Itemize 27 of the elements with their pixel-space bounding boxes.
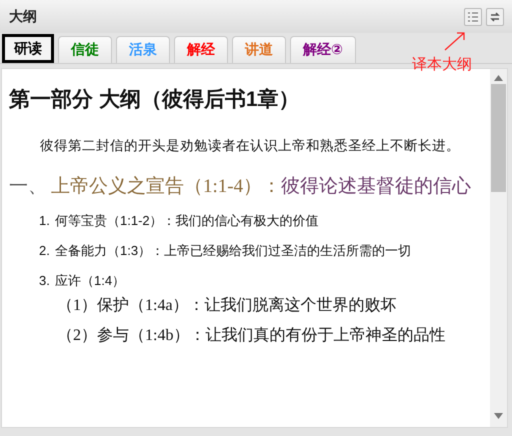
item-number: 1.: [39, 212, 51, 230]
section-number: 一、: [9, 175, 48, 199]
annotation-label: 译本大纲: [412, 55, 472, 74]
arrow-icon: [443, 30, 467, 52]
outline-item: 何等宝贵（1:1-2）：我们的信心有极大的价值: [55, 212, 319, 230]
outline-subitem: （2）参与（1:4b）：让我们真的有份于上帝神圣的品性: [56, 326, 446, 346]
tab[interactable]: 活泉: [116, 36, 170, 63]
swap-icon[interactable]: [486, 8, 504, 26]
scroll-thumb[interactable]: [491, 84, 506, 192]
panel-title: 大纲: [9, 8, 38, 26]
outline-subitem: （1）保护（1:4a）：让我们脱离这个世界的败坏: [56, 296, 398, 316]
scroll-up-icon[interactable]: [494, 75, 503, 81]
item-number: 2.: [39, 242, 51, 260]
tab[interactable]: 讲道: [232, 36, 286, 63]
list-icon[interactable]: [464, 8, 482, 26]
tab[interactable]: 解经: [174, 36, 228, 63]
intro-paragraph: 彼得第二封信的开头是劝勉读者在认识上帝和熟悉圣经上不断长进。: [39, 137, 462, 155]
scrollbar[interactable]: [490, 69, 507, 427]
scroll-down-icon[interactable]: [494, 413, 503, 419]
tab[interactable]: 解经②: [290, 36, 356, 63]
section-heading: 上帝公义之宣告（1:1-4）：彼得论述基督徒的信心: [51, 175, 472, 199]
outline-item: 应许（1:4）: [55, 272, 126, 290]
item-number: 3.: [39, 272, 51, 290]
tab[interactable]: 信徒: [58, 36, 112, 63]
outline-heading: 第一部分 大纲（彼得后书1章）: [9, 86, 301, 113]
outline-item: 全备能力（1:3）：上帝已经赐给我们过圣洁的生活所需的一切: [55, 242, 412, 260]
tab[interactable]: 研读: [2, 34, 54, 63]
